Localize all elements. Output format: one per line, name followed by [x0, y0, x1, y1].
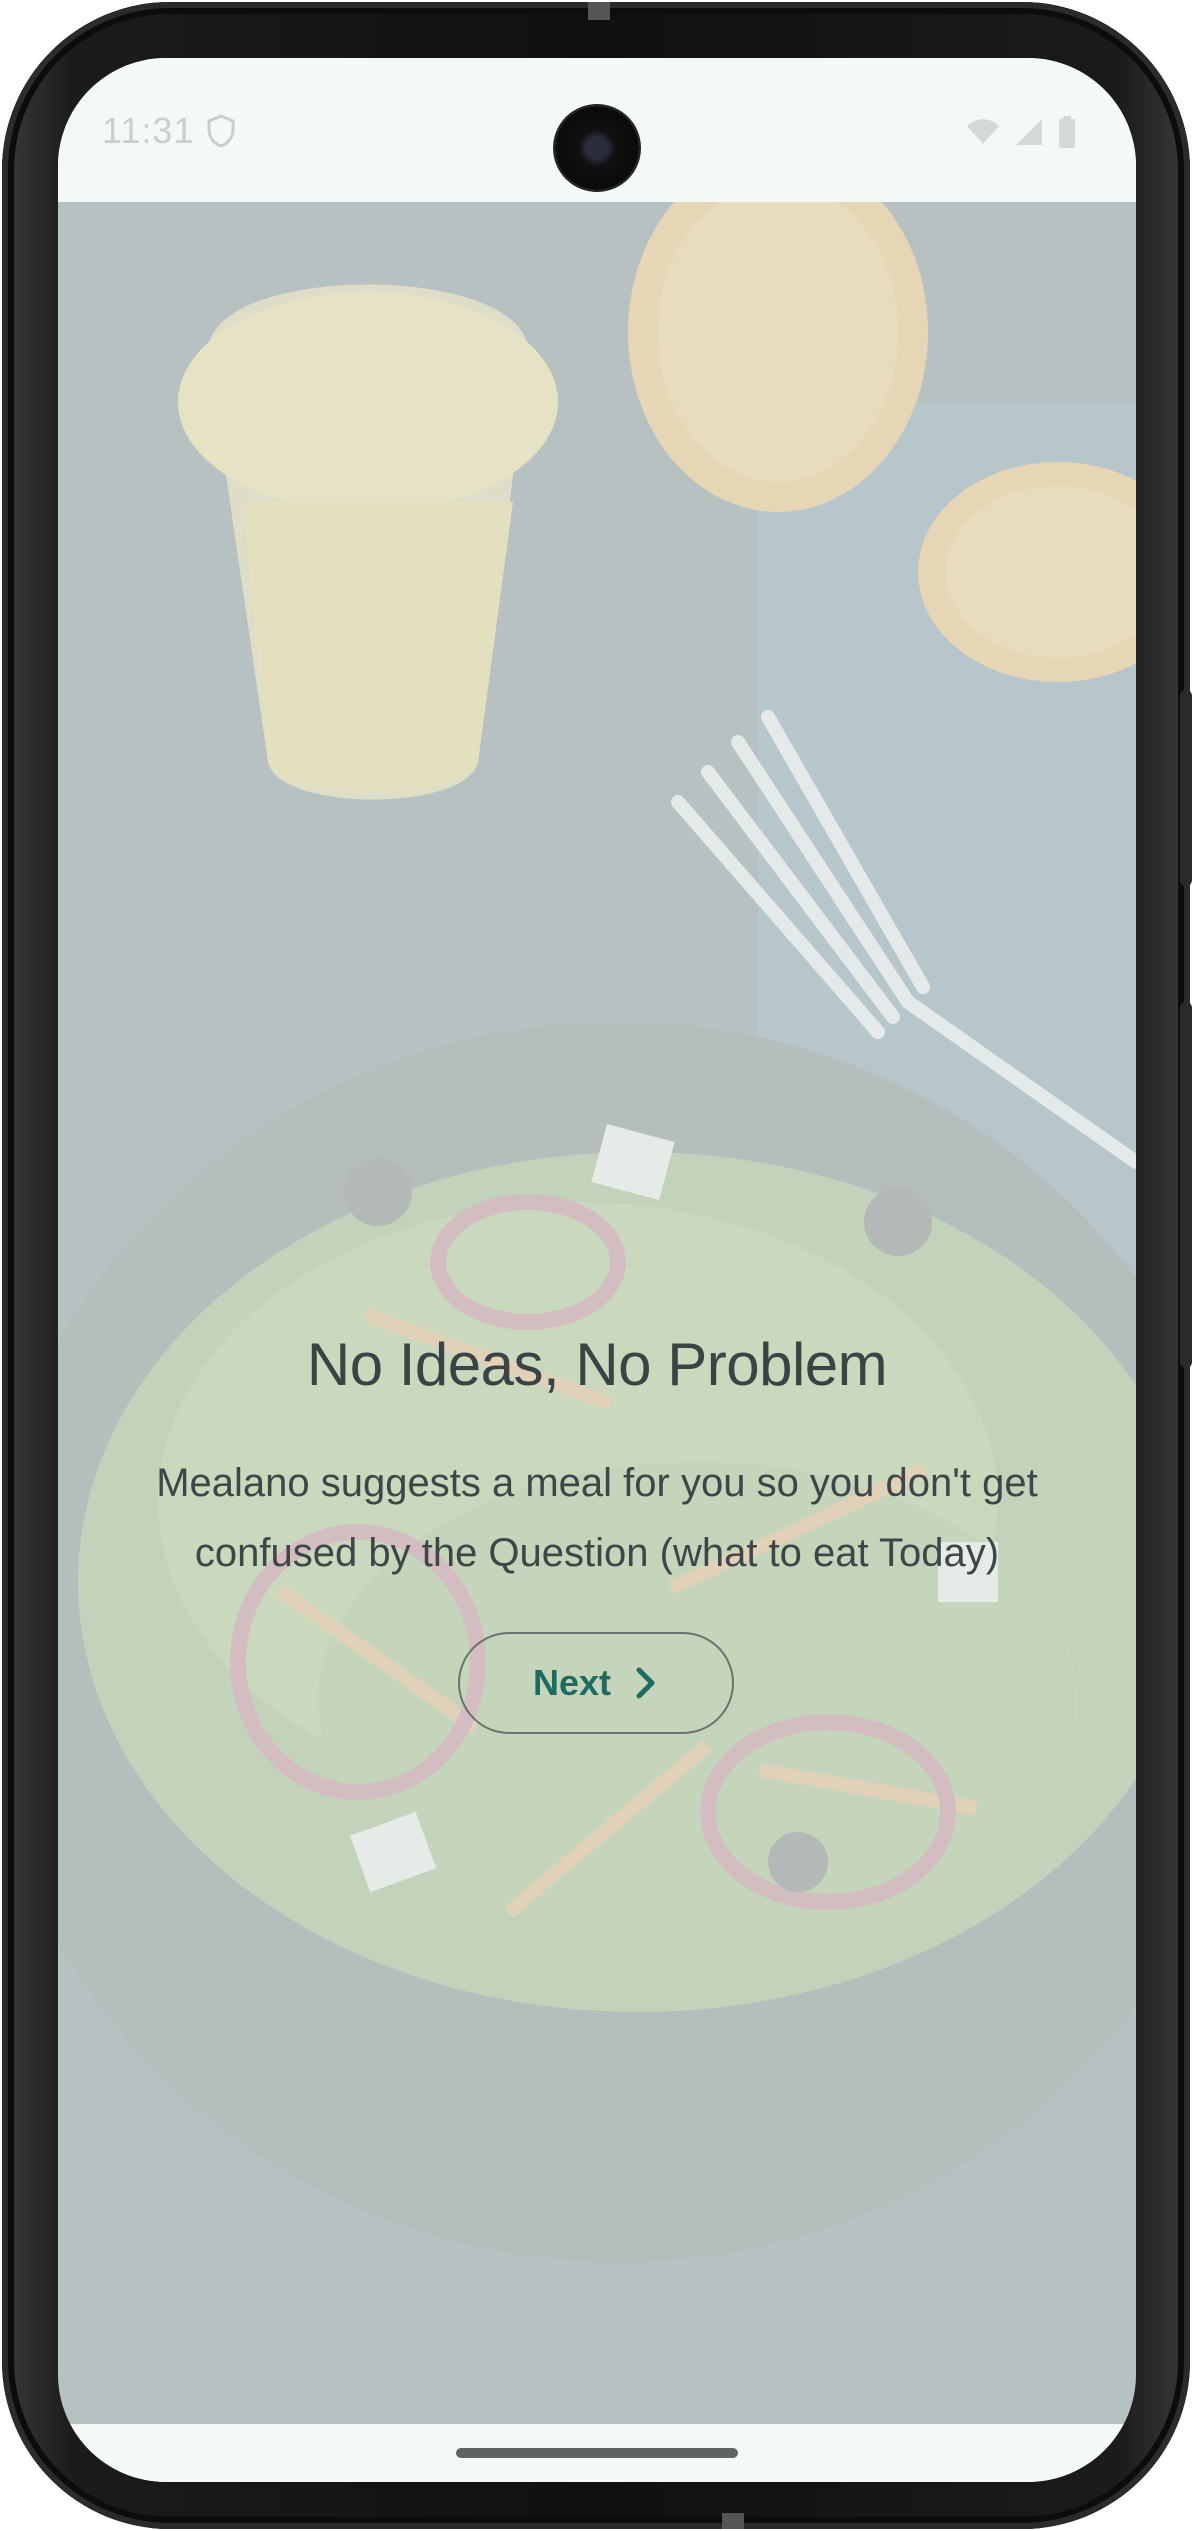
- next-button[interactable]: Next: [458, 1632, 734, 1734]
- onboarding-title: No Ideas, No Problem: [306, 1331, 888, 1398]
- onboarding-hero: No Ideas, No Problem Mealano suggests a …: [58, 202, 1136, 2424]
- signal-icon: [1016, 119, 1042, 145]
- home-gesture-handle[interactable]: [456, 2448, 738, 2458]
- wifi-icon: [967, 119, 999, 144]
- chevron-right-icon: [636, 1667, 655, 1699]
- front-camera: [555, 106, 639, 190]
- phone-frame: 11:31 No Ideas, No Problem Mealano sugge…: [2, 2, 1192, 2529]
- antenna-line: [588, 2, 610, 20]
- onboarding-description: Mealano suggests a meal for you so you d…: [156, 1461, 1038, 1575]
- status-time: 11:31: [102, 110, 195, 151]
- background-overlay: [58, 202, 1136, 2424]
- power-button: [1180, 690, 1192, 886]
- next-button-label: Next: [532, 1662, 612, 1703]
- volume-button: [1180, 1002, 1192, 1368]
- battery-icon: [1059, 116, 1075, 148]
- antenna-line: [722, 2513, 744, 2529]
- screen: 11:31 No Ideas, No Problem Mealano sugge…: [58, 58, 1136, 2482]
- shield-icon: [207, 114, 235, 148]
- status-icons: [966, 116, 1076, 148]
